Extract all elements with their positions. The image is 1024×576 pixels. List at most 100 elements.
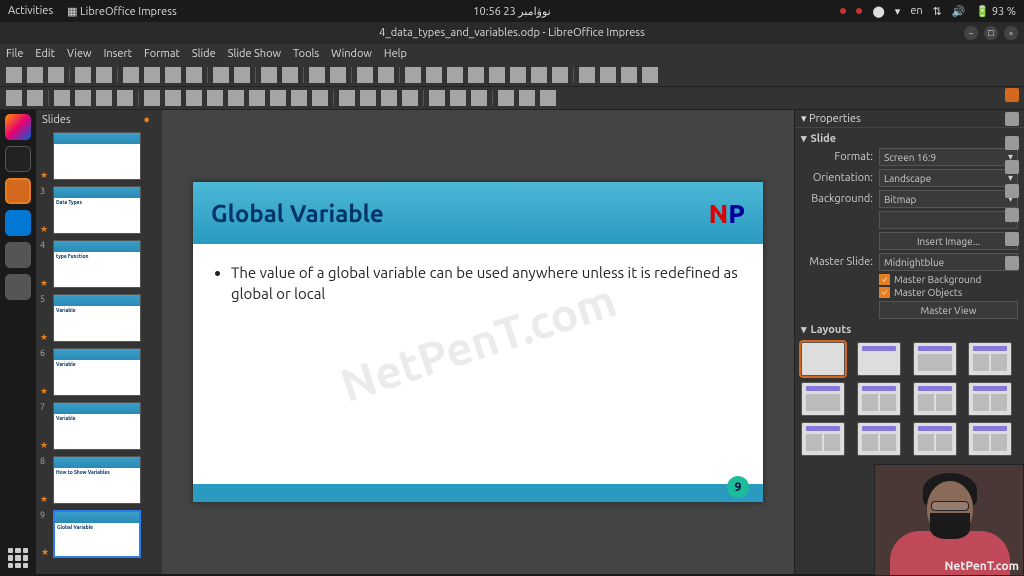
show-applications-button[interactable] [8, 548, 28, 568]
draw-crop-icon[interactable] [450, 90, 466, 106]
window-minimize-button[interactable]: – [964, 26, 978, 40]
draw-rect-icon[interactable] [144, 90, 160, 106]
draw-zoom-icon[interactable] [27, 90, 43, 106]
toolbar-textbox-icon[interactable] [489, 67, 505, 83]
toolbar-spellcheck-icon[interactable] [282, 67, 298, 83]
menu-slide[interactable]: Slide [192, 48, 216, 60]
toolbar-save-icon[interactable] [48, 67, 64, 83]
master-slide-dropdown[interactable]: Midnightblue▾ [879, 253, 1018, 271]
draw-symbol-icon[interactable] [207, 90, 223, 106]
draw-points-icon[interactable] [498, 90, 514, 106]
layout-option[interactable] [857, 422, 901, 456]
layout-blank[interactable] [801, 342, 845, 376]
sidebar-properties-icon[interactable] [1005, 88, 1019, 102]
sidebar-gallery-icon[interactable] [1005, 136, 1019, 150]
toolbar-print-icon[interactable] [96, 67, 112, 83]
slide-content[interactable]: The value of a global variable can be us… [193, 244, 763, 322]
draw-select-icon[interactable] [6, 90, 22, 106]
toolbar-hyperlink-icon[interactable] [552, 67, 568, 83]
master-view-button[interactable]: Master View [879, 301, 1018, 319]
layout-two-content[interactable] [968, 342, 1012, 376]
toolbar-layout-icon[interactable] [642, 67, 658, 83]
dock-firefox-icon[interactable] [5, 114, 31, 140]
draw-basicshape-icon[interactable] [186, 90, 202, 106]
slide-thumbnail[interactable]: 4★type Function [40, 240, 152, 288]
toolbar-special-icon[interactable] [510, 67, 526, 83]
toolbar-grid-icon[interactable] [309, 67, 325, 83]
battery-indicator[interactable]: 🔋 93 % [976, 5, 1016, 18]
toolbar-undo-icon[interactable] [213, 67, 229, 83]
slide-thumbnail[interactable]: 7★Variable [40, 402, 152, 450]
background-pattern-dropdown[interactable]: ▾ [879, 211, 1018, 229]
layout-option[interactable] [801, 422, 845, 456]
draw-connector-icon[interactable] [96, 90, 112, 106]
draw-shadow-icon[interactable] [429, 90, 445, 106]
toolbar-new-icon[interactable] [6, 67, 22, 83]
draw-star-icon[interactable] [291, 90, 307, 106]
layout-option[interactable] [968, 422, 1012, 456]
layout-option[interactable] [857, 382, 901, 416]
layout-option[interactable] [968, 382, 1012, 416]
format-dropdown[interactable]: Screen 16:9▾ [879, 148, 1018, 166]
menu-edit[interactable]: Edit [35, 48, 55, 60]
draw-ellipse-icon[interactable] [165, 90, 181, 106]
slide-panel-close-icon[interactable]: ● [143, 114, 150, 126]
window-close-button[interactable]: × [1004, 26, 1018, 40]
toolbar-media-icon[interactable] [447, 67, 463, 83]
draw-align-icon[interactable] [360, 90, 376, 106]
toolbar-slide-icon[interactable] [579, 67, 595, 83]
menu-help[interactable]: Help [384, 48, 407, 60]
layout-title-content[interactable] [913, 342, 957, 376]
orientation-dropdown[interactable]: Landscape▾ [879, 169, 1018, 187]
master-objects-checkbox[interactable]: ✓Master Objects [879, 287, 1018, 298]
draw-line-icon[interactable] [54, 90, 70, 106]
sidebar-animation-icon[interactable] [1005, 232, 1019, 246]
volume-icon[interactable]: 🔊 [952, 5, 966, 18]
window-maximize-button[interactable]: ☐ [984, 26, 998, 40]
layout-option[interactable] [913, 422, 957, 456]
menu-slideshow[interactable]: Slide Show [228, 48, 281, 60]
clock[interactable]: 10:56 نوۋامبر 23 [473, 5, 550, 18]
slide-title[interactable]: Global Variable [211, 200, 384, 227]
toolbar-table-icon[interactable] [405, 67, 421, 83]
toolbar-copy-icon[interactable] [144, 67, 160, 83]
current-slide[interactable]: Global Variable NP The value of a global… [193, 182, 763, 502]
sidebar-shapes-icon[interactable] [1005, 184, 1019, 198]
dock-vscode-icon[interactable] [5, 210, 31, 236]
menu-tools[interactable]: Tools [293, 48, 319, 60]
slide-section-header[interactable]: ▾ Slide [801, 132, 1018, 145]
slide-thumbnail[interactable]: ★ [40, 132, 152, 180]
insert-image-button[interactable]: Insert Image... [879, 232, 1018, 250]
activities-button[interactable]: Activities [8, 5, 53, 18]
toolbar-find-icon[interactable] [261, 67, 277, 83]
toolbar-chart-icon[interactable] [468, 67, 484, 83]
draw-callout-icon[interactable] [270, 90, 286, 106]
toolbar-fontwork-icon[interactable] [531, 67, 547, 83]
menu-view[interactable]: View [67, 48, 92, 60]
menu-format[interactable]: Format [144, 48, 180, 60]
menu-file[interactable]: File [6, 48, 23, 60]
dock-trash-icon[interactable] [5, 274, 31, 300]
dock-terminal-icon[interactable] [5, 146, 31, 172]
slide-editor[interactable]: Global Variable NP The value of a global… [162, 110, 794, 574]
slide-thumbnail[interactable]: 3★Data Types [40, 186, 152, 234]
dock-impress-icon[interactable] [5, 178, 31, 204]
toolbar-dup-icon[interactable] [600, 67, 616, 83]
layout-title[interactable] [857, 342, 901, 376]
sidebar-master-icon[interactable] [1005, 256, 1019, 270]
layout-option[interactable] [913, 382, 957, 416]
draw-arrow-icon[interactable] [117, 90, 133, 106]
slide-thumbnail[interactable]: 8★How to Show Variables [40, 456, 152, 504]
sidebar-navigator-icon[interactable] [1005, 160, 1019, 174]
toolbar-export-icon[interactable] [75, 67, 91, 83]
language-indicator[interactable]: en [910, 5, 922, 17]
toolbar-clone-icon[interactable] [186, 67, 202, 83]
draw-arrange-icon[interactable] [381, 90, 397, 106]
toolbar-paste-icon[interactable] [165, 67, 181, 83]
draw-filter-icon[interactable] [471, 90, 487, 106]
draw-flowchart-icon[interactable] [249, 90, 265, 106]
draw-curve-icon[interactable] [75, 90, 91, 106]
draw-extrusion-icon[interactable] [540, 90, 556, 106]
master-background-checkbox[interactable]: ✓Master Background [879, 274, 1018, 285]
toolbar-image-icon[interactable] [426, 67, 442, 83]
